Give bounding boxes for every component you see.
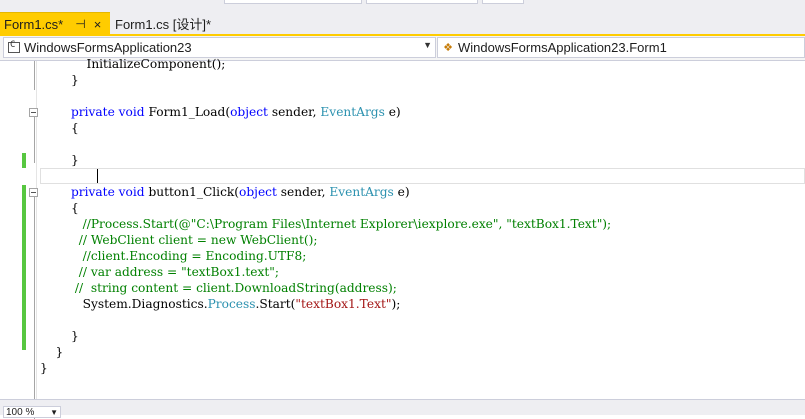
class-dropdown[interactable]: ❖ WindowsFormsApplication23.Form1 [437, 37, 805, 58]
change-bar [22, 153, 26, 168]
code-line: private void Form1_Load(object sender, E… [71, 105, 401, 119]
code-line: //client.Encoding = Encoding.UTF8; [82, 249, 307, 263]
zoom-value: 100 % [6, 407, 35, 418]
code-line: } [71, 153, 79, 167]
toolbar-combo-1[interactable] [224, 0, 362, 4]
outline-line [34, 61, 35, 90]
code-line: { [71, 121, 79, 135]
collapse-icon[interactable] [29, 188, 38, 197]
code-line: } [55, 345, 64, 359]
code-editor[interactable]: InitializeComponent(); } private void Fo… [0, 57, 805, 419]
code-line: InitializeComponent(); [86, 57, 226, 71]
chevron-down-icon[interactable]: ▼ [50, 407, 58, 419]
toolbar-combo-3[interactable] [482, 0, 524, 4]
project-dropdown-value: WindowsFormsApplication23 [24, 40, 192, 55]
change-bar [22, 185, 26, 350]
chevron-down-icon[interactable]: ▼ [423, 40, 432, 50]
tab-label: Form1.cs* [4, 16, 64, 32]
code-line: // var address = "textBox1.text"; [78, 265, 279, 279]
code-line: // string content = client.DownloadStrin… [74, 281, 397, 295]
class-dropdown-value: WindowsFormsApplication23.Form1 [458, 40, 667, 55]
pin-icon[interactable]: ⊣ [75, 17, 85, 31]
class-icon: ❖ [443, 42, 453, 54]
tab-label: Form1.cs [设计]* [115, 16, 212, 32]
code-line: // WebClient client = new WebClient(); [78, 233, 318, 247]
outline-line [34, 197, 35, 419]
project-dropdown[interactable]: WindowsFormsApplication23 ▼ [3, 37, 436, 58]
csharp-project-icon [8, 40, 20, 53]
outline-line [34, 117, 35, 163]
text-caret [97, 169, 98, 183]
tab-form1-cs[interactable]: Form1.cs* ⊣ × [0, 12, 110, 35]
code-line: } [71, 329, 79, 343]
code-line: { [71, 201, 79, 215]
collapse-icon[interactable] [29, 108, 38, 117]
current-line-highlight [40, 168, 805, 184]
document-tab-bar: Form1.cs* ⊣ × Form1.cs [设计]* [0, 8, 805, 36]
tab-form1-designer[interactable]: Form1.cs [设计]* [112, 12, 225, 34]
code-line: } [40, 361, 48, 375]
close-icon[interactable]: × [94, 17, 102, 32]
code-line: } [71, 73, 79, 87]
zoom-dropdown[interactable]: 100 % ▼ [3, 406, 61, 418]
code-line: private void button1_Click(object sender… [71, 185, 410, 199]
toolbar-strip [0, 0, 805, 8]
code-line: //Process.Start(@"C:\Program Files\Inter… [82, 217, 612, 231]
code-line: System.Diagnostics.Process.Start("textBo… [82, 297, 401, 311]
editor-bottom-bar: 100 % ▼ [0, 399, 805, 418]
toolbar-combo-2[interactable] [366, 0, 478, 4]
